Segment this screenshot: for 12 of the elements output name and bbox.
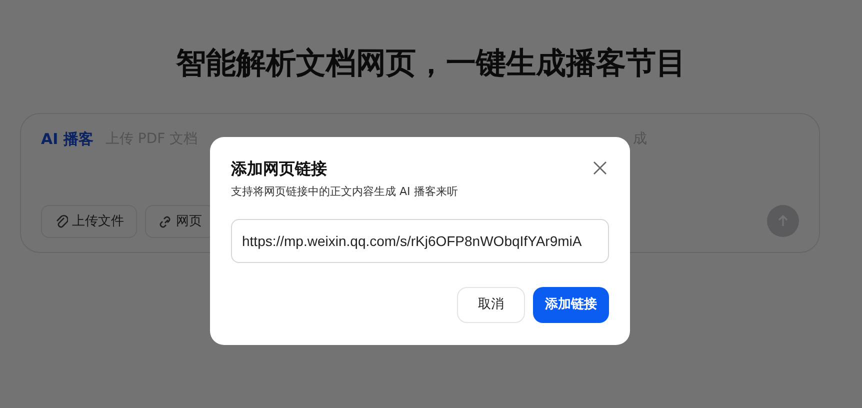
- link-icon: [158, 214, 172, 228]
- arrow-up-icon: [776, 214, 790, 228]
- dialog-subtitle: 支持将网页链接中的正文内容生成 AI 播客来听: [231, 184, 459, 200]
- paperclip-icon: [54, 214, 68, 228]
- upload-file-button[interactable]: 上传文件: [41, 204, 137, 238]
- url-field[interactable]: https://mp.weixin.qq.com/s/rKj6OFP8nWObqIfYAr9miA: [231, 218, 609, 263]
- brand-label: AI 播客: [41, 129, 94, 150]
- cancel-button[interactable]: 取消: [457, 286, 525, 323]
- dialog-title: 添加网页链接: [231, 159, 327, 178]
- close-button[interactable]: [593, 160, 609, 177]
- add-link-button[interactable]: 添加链接: [533, 286, 609, 323]
- page-heading: 智能解析文档网页，一键生成播客节目: [174, 45, 687, 82]
